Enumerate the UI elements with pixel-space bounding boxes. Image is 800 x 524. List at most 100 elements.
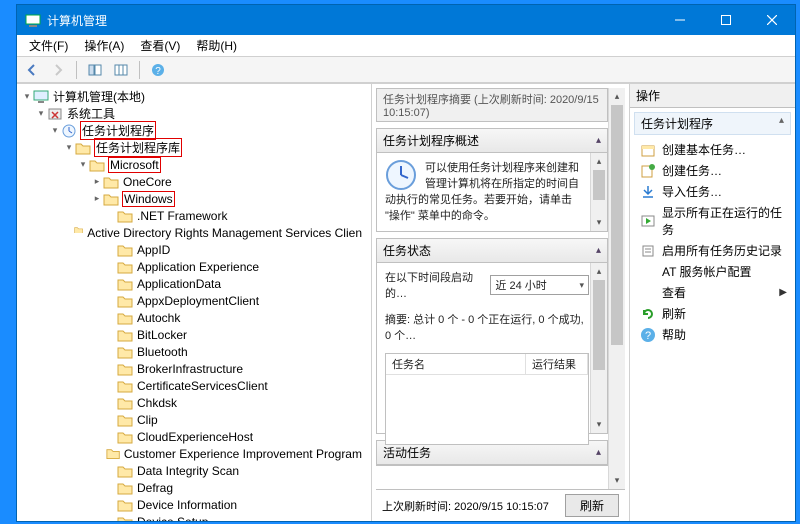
- columns-button[interactable]: [110, 59, 132, 81]
- collapse-icon[interactable]: ▴: [596, 447, 601, 458]
- tree-item[interactable]: Customer Experience Improvement Program: [17, 445, 371, 462]
- col-task-name[interactable]: 任务名: [386, 354, 526, 374]
- forward-button[interactable]: [47, 59, 69, 81]
- status-panel: 任务状态▴ 在以下时间段启动的… 近 24 小时 ▾ 摘要: 总计 0 个 - …: [376, 238, 608, 434]
- tree-item-label: CloudExperienceHost: [136, 430, 254, 444]
- window-title: 计算机管理: [47, 12, 107, 29]
- folder-icon: [103, 192, 119, 206]
- help-button[interactable]: ?: [147, 59, 169, 81]
- tree-item[interactable]: Application Experience: [17, 258, 371, 275]
- action-view[interactable]: 查看 ▶: [630, 282, 795, 303]
- tree-item[interactable]: ▸OneCore: [17, 173, 371, 190]
- action-show-running[interactable]: 显示所有正在运行的任务: [630, 202, 795, 240]
- tree-item[interactable]: ▾任务计划程序: [17, 122, 371, 139]
- tree-item-label: Clip: [136, 413, 159, 427]
- tree-item[interactable]: CertificateServicesClient: [17, 377, 371, 394]
- middle-pane: 任务计划程序摘要 (上次刷新时间: 2020/9/15 10:15:07) 任务…: [372, 84, 630, 521]
- action-label: 查看: [662, 284, 686, 301]
- tree-item[interactable]: ▾Microsoft: [17, 156, 371, 173]
- tree-item[interactable]: Active Directory Rights Management Servi…: [17, 224, 371, 241]
- refresh-button[interactable]: 刷新: [565, 494, 619, 517]
- tree-item-label: Customer Experience Improvement Program: [123, 447, 363, 461]
- menu-view[interactable]: 查看(V): [132, 35, 188, 56]
- chevron-down-icon: ▾: [579, 280, 584, 291]
- action-at[interactable]: AT 服务帐户配置: [630, 261, 795, 282]
- folder-icon: [117, 498, 133, 512]
- middle-scrollbar[interactable]: ▴ ▾: [608, 88, 625, 489]
- tree-item-label: AppxDeploymentClient: [136, 294, 260, 308]
- body: ▾ 计算机管理(本地) ▾系统工具▾任务计划程序▾任务计划程序库▾Microso…: [17, 83, 795, 521]
- tree-item-label: Device Setup: [136, 515, 209, 522]
- expander-icon[interactable]: ▾: [35, 108, 47, 119]
- collapse-icon[interactable]: ▴: [596, 135, 601, 146]
- tree-item[interactable]: ▸ Windows: [17, 190, 371, 207]
- status-scrollbar[interactable]: ▴ ▾: [590, 263, 607, 433]
- tree-item-label: Defrag: [136, 481, 174, 495]
- maximize-button[interactable]: [703, 5, 749, 35]
- folder-icon: [106, 447, 120, 461]
- tree-item[interactable]: ApplicationData: [17, 275, 371, 292]
- expander-icon[interactable]: ▸: [91, 193, 103, 204]
- clock-icon: [385, 159, 417, 191]
- chevron-right-icon: ▶: [779, 287, 787, 298]
- tree-item[interactable]: ▾系统工具: [17, 105, 371, 122]
- tree-item[interactable]: CloudExperienceHost: [17, 428, 371, 445]
- folder-icon: [117, 515, 133, 522]
- tree-item[interactable]: AppxDeploymentClient: [17, 292, 371, 309]
- menu-file[interactable]: 文件(F): [21, 35, 76, 56]
- tree-item[interactable]: Data Integrity Scan: [17, 462, 371, 479]
- overview-panel: 任务计划程序概述▴ 可以使用任务计划程序来创建和管理计算机将在所指定的时间自动执…: [376, 128, 608, 232]
- refresh-icon: [640, 306, 656, 322]
- menu-help[interactable]: 帮助(H): [188, 35, 245, 56]
- task-result-list[interactable]: 任务名 运行结果: [385, 353, 589, 445]
- tree-item[interactable]: BrokerInfrastructure: [17, 360, 371, 377]
- col-run-result[interactable]: 运行结果: [526, 354, 588, 374]
- menubar: 文件(F) 操作(A) 查看(V) 帮助(H): [17, 35, 795, 57]
- tree-item[interactable]: BitLocker: [17, 326, 371, 343]
- action-import[interactable]: 导入任务…: [630, 181, 795, 202]
- tree-root[interactable]: ▾ 计算机管理(本地): [17, 88, 371, 105]
- action-refresh[interactable]: 刷新: [630, 303, 795, 324]
- titlebar[interactable]: 计算机管理: [17, 5, 795, 35]
- minimize-button[interactable]: [657, 5, 703, 35]
- computer-icon: [33, 90, 49, 104]
- action-create-basic[interactable]: 创建基本任务…: [630, 139, 795, 160]
- status-summary: 摘要: 总计 0 个 - 0 个正在运行, 0 个成功, 0 个…: [385, 311, 589, 343]
- tree-item-label: Device Information: [136, 498, 238, 512]
- chevron-up-icon[interactable]: ▴: [779, 115, 784, 126]
- show-hide-console-tree-button[interactable]: [84, 59, 106, 81]
- collapse-icon[interactable]: ▴: [596, 245, 601, 256]
- status-period-dropdown[interactable]: 近 24 小时 ▾: [490, 275, 589, 295]
- folder-icon: [117, 311, 133, 325]
- tree-item[interactable]: Device Information: [17, 496, 371, 513]
- tree-item-label: Application Experience: [136, 260, 260, 274]
- tree-item[interactable]: Chkdsk: [17, 394, 371, 411]
- tree-item[interactable]: .NET Framework: [17, 207, 371, 224]
- folder-icon: [117, 362, 133, 376]
- tree-item[interactable]: Defrag: [17, 479, 371, 496]
- tree-item[interactable]: Bluetooth: [17, 343, 371, 360]
- menu-action[interactable]: 操作(A): [76, 35, 132, 56]
- back-button[interactable]: [21, 59, 43, 81]
- tree-item[interactable]: Device Setup: [17, 513, 371, 521]
- expander-icon[interactable]: ▾: [77, 159, 89, 170]
- tree-item-label: BrokerInfrastructure: [136, 362, 244, 376]
- expander-icon[interactable]: ▾: [49, 125, 61, 136]
- expander-icon[interactable]: ▸: [91, 176, 103, 187]
- tree-item[interactable]: AppID: [17, 241, 371, 258]
- action-create[interactable]: 创建任务…: [630, 160, 795, 181]
- action-help[interactable]: ? 帮助: [630, 324, 795, 345]
- expander-icon[interactable]: ▾: [63, 142, 75, 153]
- svg-text:?: ?: [645, 330, 651, 342]
- overview-title: 任务计划程序概述: [383, 132, 479, 149]
- overview-scrollbar[interactable]: ▴ ▾: [590, 153, 607, 231]
- tree-item[interactable]: ▾任务计划程序库: [17, 139, 371, 156]
- action-enable-history[interactable]: 启用所有任务历史记录: [630, 240, 795, 261]
- action-label: 显示所有正在运行的任务: [662, 204, 787, 238]
- tree-item-label: Windows: [122, 191, 175, 207]
- tree-pane[interactable]: ▾ 计算机管理(本地) ▾系统工具▾任务计划程序▾任务计划程序库▾Microso…: [17, 84, 372, 521]
- tree-item[interactable]: Autochk: [17, 309, 371, 326]
- tree-item[interactable]: Clip: [17, 411, 371, 428]
- close-button[interactable]: [749, 5, 795, 35]
- action-label: 帮助: [662, 326, 686, 343]
